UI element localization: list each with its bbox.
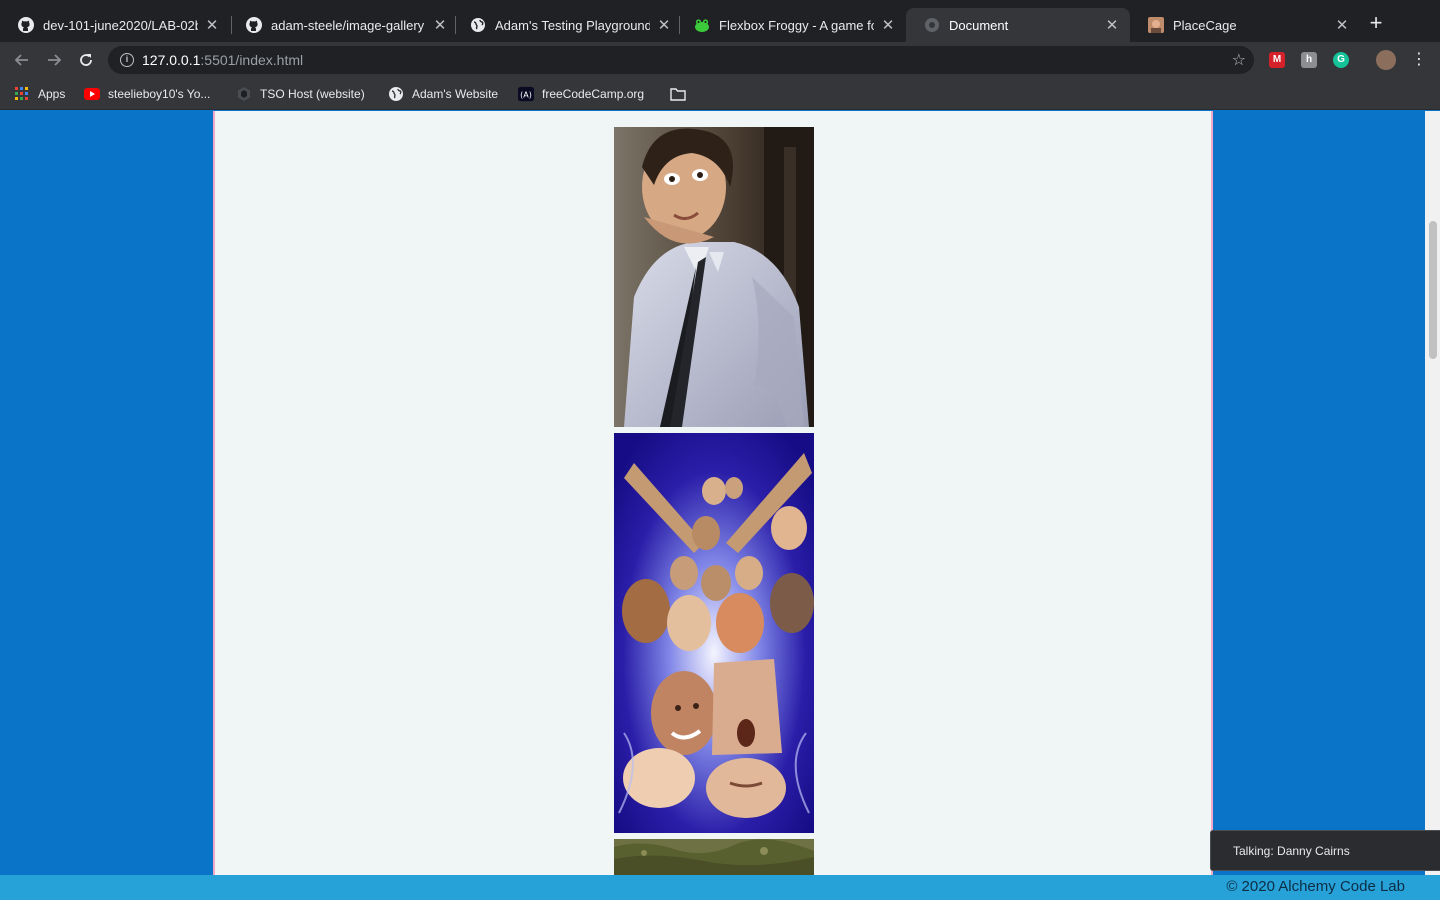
close-icon[interactable]: ✕: [1334, 16, 1350, 34]
svg-text:(A): (A): [520, 91, 532, 100]
globe-icon: [470, 17, 486, 33]
github-icon: [246, 17, 262, 33]
page-viewport: [0, 111, 1425, 875]
youtube-icon: [84, 86, 100, 102]
talking-label: Talking: Danny Cairns: [1233, 844, 1350, 858]
back-button[interactable]: [10, 48, 34, 72]
tab-lab-02b[interactable]: dev-101-june2020/LAB-02b ✕: [0, 8, 230, 42]
tab-title: Adam's Testing Playground: [495, 17, 650, 33]
mendeley-extension-icon[interactable]: M: [1269, 52, 1285, 68]
bookmark-label: steelieboy10's Yo...: [108, 87, 211, 101]
tab-placecage[interactable]: PlaceCage ✕: [1130, 8, 1360, 42]
url-path: :5501/index.html: [200, 52, 304, 68]
freecodecamp-icon: (A): [518, 86, 534, 102]
bookmarks-bar: Apps steelieboy10's Yo... TSO Host (webs…: [0, 78, 1440, 110]
browser-toolbar: i 127.0.0.1:5501/index.html ☆ M h G ⋮: [0, 42, 1440, 78]
landscape-photo-partial[interactable]: [614, 839, 814, 875]
tab-flexbox-froggy[interactable]: Flexbox Froggy - A game for ✕: [676, 8, 906, 42]
page-footer: © 2020 Alchemy Code Lab: [0, 875, 1440, 900]
bookmark-label: Adam's Website: [412, 87, 499, 101]
tab-title: Document: [949, 17, 1009, 33]
apps-grid-icon: [14, 86, 30, 102]
globe-icon: [924, 17, 940, 33]
bookmark-star-icon[interactable]: ☆: [1232, 50, 1246, 70]
close-icon[interactable]: ✕: [880, 16, 896, 34]
bookmark-folder[interactable]: [670, 86, 694, 102]
close-icon[interactable]: ✕: [204, 16, 220, 34]
folder-icon: [670, 86, 686, 102]
address-bar[interactable]: i 127.0.0.1:5501/index.html ☆: [108, 46, 1254, 74]
bookmark-tso-host[interactable]: TSO Host (website): [236, 86, 365, 102]
bookmark-label: freeCodeCamp.org: [542, 87, 645, 101]
close-icon[interactable]: ✕: [1104, 16, 1120, 34]
forward-button[interactable]: [42, 48, 66, 72]
close-icon[interactable]: ✕: [656, 16, 672, 34]
bookmark-freecodecamp[interactable]: (A) freeCodeCamp.org: [518, 86, 644, 102]
bookmark-apps[interactable]: Apps: [14, 86, 65, 102]
placecage-icon: [1148, 17, 1164, 33]
tsohost-icon: [236, 86, 252, 102]
globe-icon: [388, 86, 404, 102]
bookmark-adams-website[interactable]: Adam's Website: [388, 86, 498, 102]
footer-copyright: © 2020 Alchemy Code Lab: [1226, 878, 1405, 895]
info-icon[interactable]: i: [120, 53, 134, 67]
menu-kebab-icon[interactable]: ⋮: [1407, 48, 1431, 72]
tab-title: adam-steele/image-gallery: [271, 17, 425, 33]
url-host: 127.0.0.1: [142, 52, 201, 68]
page-scrollbar[interactable]: [1425, 111, 1440, 875]
grammarly-icon[interactable]: G: [1333, 52, 1349, 68]
nicolas-cage-faces-collage[interactable]: [614, 433, 814, 833]
tab-image-gallery[interactable]: adam-steele/image-gallery ✕: [228, 8, 458, 42]
gallery-panel: [213, 111, 1213, 875]
new-tab-button[interactable]: +: [1364, 12, 1388, 36]
tab-document[interactable]: Document ✕: [906, 8, 1130, 42]
github-icon: [18, 17, 34, 33]
talking-indicator: Talking: Danny Cairns: [1210, 830, 1440, 871]
reload-button[interactable]: [74, 48, 98, 72]
bookmark-label: Apps: [38, 87, 66, 101]
tab-strip: dev-101-june2020/LAB-02b ✕ adam-steele/i…: [0, 0, 1440, 42]
close-icon[interactable]: ✕: [432, 16, 448, 34]
profile-avatar[interactable]: [1376, 50, 1396, 70]
tab-title: dev-101-june2020/LAB-02b: [43, 17, 198, 33]
tab-title: Flexbox Froggy - A game for: [719, 17, 874, 33]
frog-icon: [694, 17, 710, 33]
bookmark-label: TSO Host (website): [260, 87, 365, 101]
puzzle-extension-icon[interactable]: h: [1301, 52, 1317, 68]
bookmark-youtube[interactable]: steelieboy10's Yo...: [84, 86, 210, 102]
nicolas-cage-photo[interactable]: [614, 127, 814, 427]
scrollbar-thumb[interactable]: [1429, 221, 1437, 359]
tab-title: PlaceCage: [1173, 17, 1237, 33]
tab-testing-playground[interactable]: Adam's Testing Playground ✕: [452, 8, 682, 42]
